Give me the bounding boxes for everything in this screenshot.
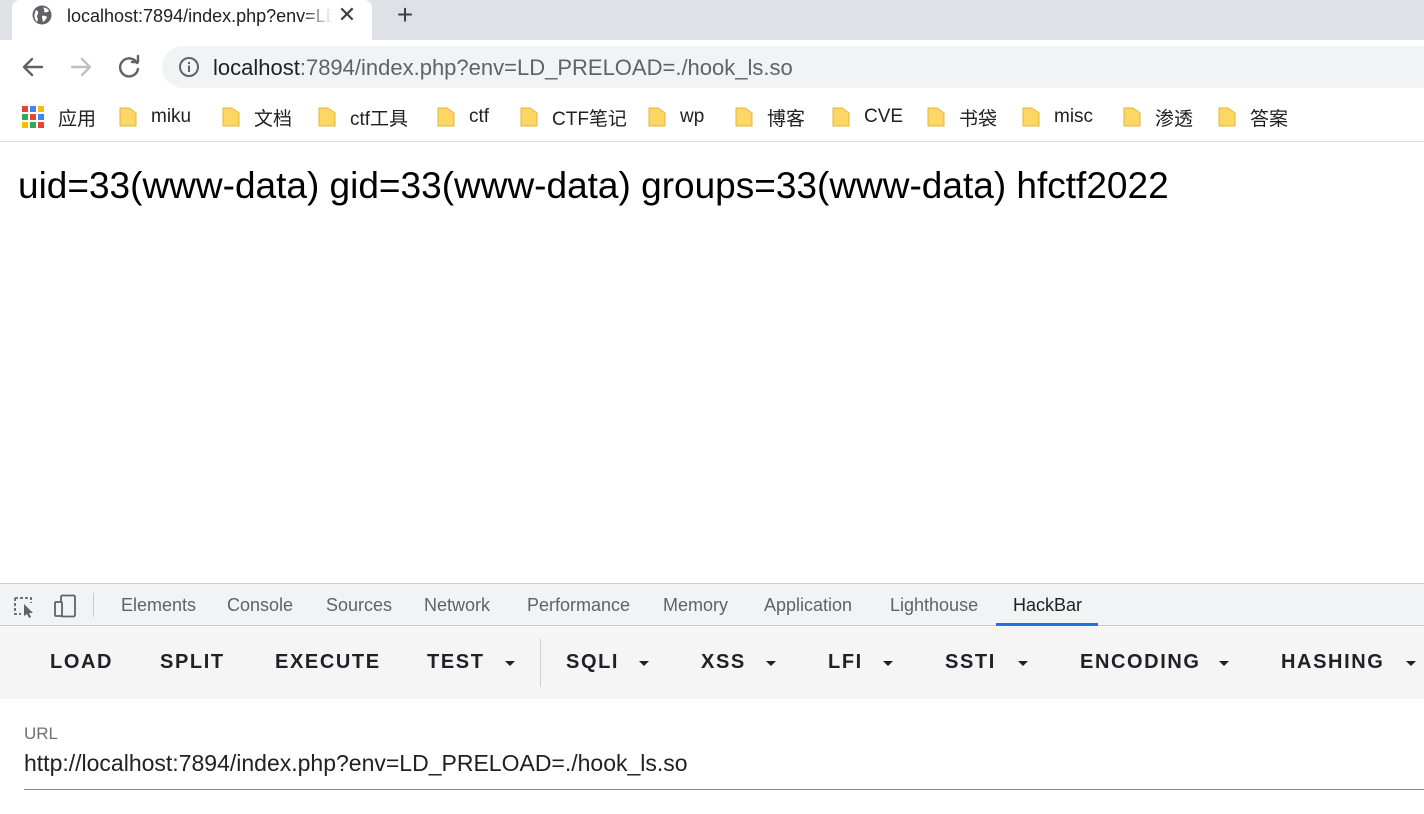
- toolbar-divider: [93, 593, 94, 617]
- bookmark-label: 文档: [254, 108, 293, 130]
- device-toolbar-icon[interactable]: [53, 594, 77, 618]
- folder-icon: [832, 107, 850, 127]
- folder-icon: [1022, 107, 1040, 127]
- toolbar-separator: [540, 639, 541, 687]
- bookmark-label: 博客: [767, 108, 806, 130]
- bookmark-folder[interactable]: 书袋: [927, 104, 997, 130]
- devtools-tabbar: Elements Console Sources Network Perform…: [0, 584, 1424, 626]
- url-input[interactable]: http://localhost:7894/index.php?env=LD_P…: [24, 748, 1424, 790]
- bookmark-label: wp: [680, 106, 705, 127]
- address-text[interactable]: localhost:7894/index.php?env=LD_PRELOAD=…: [213, 55, 793, 81]
- load-button[interactable]: LOAD: [50, 651, 113, 674]
- bookmark-folder[interactable]: 渗透: [1123, 104, 1193, 130]
- bookmark-label: 答案: [1250, 108, 1289, 130]
- split-button[interactable]: SPLIT: [160, 651, 225, 674]
- tab-strip: localhost:7894/index.php?env=LD_PRELOAD=…: [0, 0, 1424, 40]
- bookmark-folder[interactable]: 答案: [1218, 104, 1288, 130]
- close-icon[interactable]: ✕: [336, 3, 358, 27]
- tab-application[interactable]: Application: [764, 595, 852, 616]
- bookmark-folder[interactable]: 博客: [735, 104, 805, 130]
- execute-button[interactable]: EXECUTE: [275, 651, 381, 674]
- inspect-element-icon[interactable]: [13, 596, 37, 618]
- bookmark-label: 应用: [58, 108, 97, 130]
- browser-tab[interactable]: localhost:7894/index.php?env=LD_PRELOAD=…: [12, 0, 372, 40]
- bookmark-folder[interactable]: ctf: [437, 104, 489, 130]
- test-dropdown[interactable]: TEST: [427, 651, 485, 674]
- folder-icon: [520, 107, 538, 127]
- bookmark-label: 渗透: [1155, 108, 1194, 130]
- folder-icon: [648, 107, 666, 127]
- bookmark-folder[interactable]: CTF笔记: [520, 104, 627, 130]
- bookmark-folder[interactable]: miku: [119, 104, 191, 130]
- arrow-right-icon[interactable]: [67, 53, 95, 81]
- xss-dropdown[interactable]: XSS: [701, 651, 746, 674]
- tab-hackbar[interactable]: HackBar: [1013, 595, 1082, 616]
- chevron-down-icon[interactable]: [639, 661, 649, 666]
- bookmarks-bar: 应用 miku 文档 ctf工具 ctf CTF笔记 wp 博客 CVE 书袋 …: [0, 96, 1424, 142]
- tab-lighthouse[interactable]: Lighthouse: [890, 595, 978, 616]
- bookmark-label: 书袋: [959, 108, 998, 130]
- bookmark-folder[interactable]: 文档: [222, 104, 292, 130]
- tab-memory[interactable]: Memory: [663, 595, 728, 616]
- folder-icon: [927, 107, 945, 127]
- folder-icon: [318, 107, 336, 127]
- info-icon[interactable]: [178, 56, 200, 78]
- chevron-down-icon[interactable]: [766, 661, 776, 666]
- address-bar[interactable]: localhost:7894/index.php?env=LD_PRELOAD=…: [162, 46, 1424, 88]
- tab-elements[interactable]: Elements: [121, 595, 196, 616]
- chevron-down-icon[interactable]: [883, 661, 893, 666]
- apps-grid-icon: [22, 106, 44, 128]
- bookmark-folder[interactable]: CVE: [832, 104, 903, 130]
- chevron-down-icon[interactable]: [1406, 661, 1416, 666]
- sqli-dropdown[interactable]: SQLI: [566, 651, 619, 674]
- bookmark-label: ctf: [469, 106, 490, 127]
- url-field-label: URL: [24, 724, 59, 743]
- bookmark-label: CVE: [864, 106, 904, 127]
- bookmark-label: misc: [1054, 106, 1094, 127]
- url-path: :7894/index.php?env=LD_PRELOAD=./hook_ls…: [299, 55, 793, 80]
- hashing-dropdown[interactable]: HASHING: [1281, 651, 1384, 674]
- bookmark-folder[interactable]: wp: [648, 104, 704, 130]
- arrow-left-icon[interactable]: [19, 53, 47, 81]
- folder-icon: [437, 107, 455, 127]
- active-tab-indicator: [996, 623, 1098, 626]
- bookmark-folder[interactable]: misc: [1022, 104, 1093, 130]
- bookmark-label: CTF笔记: [552, 108, 627, 130]
- folder-icon: [1218, 107, 1236, 127]
- tab-network[interactable]: Network: [424, 595, 490, 616]
- folder-icon: [735, 107, 753, 127]
- folder-icon: [1123, 107, 1141, 127]
- tab-sources[interactable]: Sources: [326, 595, 392, 616]
- plus-icon[interactable]: +: [392, 1, 418, 29]
- chevron-down-icon[interactable]: [1219, 661, 1229, 666]
- bookmark-apps[interactable]: 应用: [22, 104, 96, 130]
- tab-title: localhost:7894/index.php?env=LD_PRELOAD=…: [67, 6, 332, 27]
- tab-console[interactable]: Console: [227, 595, 293, 616]
- chevron-down-icon[interactable]: [1018, 661, 1028, 666]
- chevron-down-icon[interactable]: [505, 661, 515, 666]
- browser-toolbar: localhost:7894/index.php?env=LD_PRELOAD=…: [0, 40, 1424, 96]
- reload-icon[interactable]: [115, 53, 143, 81]
- folder-icon: [119, 107, 137, 127]
- tab-performance[interactable]: Performance: [527, 595, 630, 616]
- devtools-panel: Elements Console Sources Network Perform…: [0, 583, 1424, 814]
- ssti-dropdown[interactable]: SSTI: [945, 651, 996, 674]
- encoding-dropdown[interactable]: ENCODING: [1080, 651, 1201, 674]
- bookmark-folder[interactable]: ctf工具: [318, 104, 408, 130]
- bookmark-label: ctf工具: [350, 108, 409, 130]
- folder-icon: [222, 107, 240, 127]
- lfi-dropdown[interactable]: LFI: [828, 651, 863, 674]
- bookmark-label: miku: [151, 106, 192, 127]
- hackbar-toolbar: LOAD SPLIT EXECUTE TEST SQLI XSS LFI SST…: [0, 627, 1424, 699]
- globe-icon: [32, 5, 52, 25]
- url-host: localhost: [213, 55, 300, 80]
- page-output-text: uid=33(www-data) gid=33(www-data) groups…: [18, 165, 1169, 206]
